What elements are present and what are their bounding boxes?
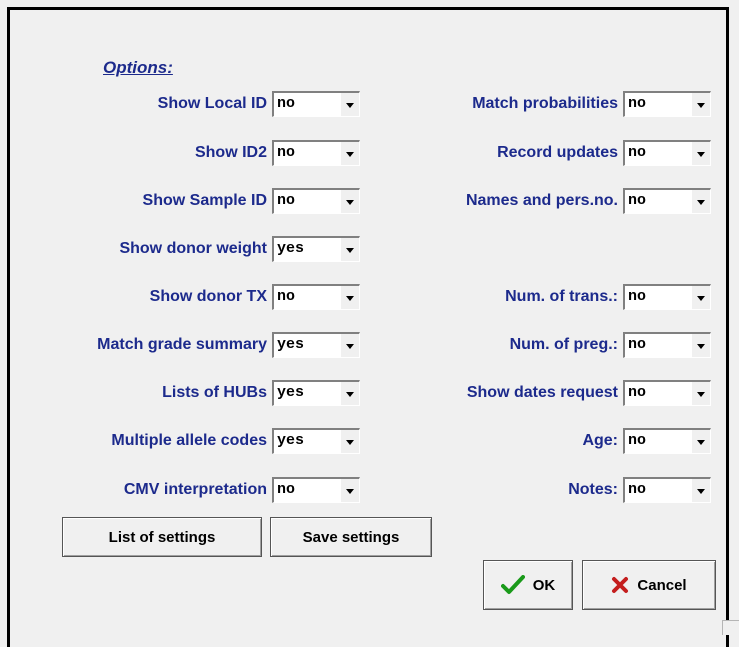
select-value: no	[277, 288, 296, 305]
option-row-match-grade-summary: Match grade summary yes	[0, 332, 360, 358]
option-label: Names and pers.no.	[465, 192, 618, 209]
option-label: Notes:	[568, 481, 618, 498]
chevron-down-icon[interactable]	[692, 479, 710, 502]
select-value: no	[628, 95, 647, 112]
select-value: no	[628, 192, 647, 209]
ok-button[interactable]: OK	[483, 560, 573, 610]
select-value: yes	[277, 432, 305, 449]
option-label: Record updates	[497, 144, 618, 161]
select-value: yes	[277, 384, 305, 401]
select-value: yes	[277, 336, 305, 353]
select-value: yes	[277, 240, 305, 257]
chevron-down-icon[interactable]	[341, 286, 359, 309]
option-row-show-donor-tx: Show donor TX no	[0, 284, 360, 310]
multiple-allele-codes-select[interactable]: yes	[272, 428, 360, 454]
cmv-interpretation-select[interactable]: no	[272, 477, 360, 503]
option-label: Show Local ID	[157, 95, 267, 112]
option-row-show-sample-id: Show Sample ID no	[0, 188, 360, 214]
button-label: Cancel	[637, 576, 687, 594]
names-and-pers-no-select[interactable]: no	[623, 188, 711, 214]
select-value: no	[277, 144, 296, 161]
chevron-down-icon[interactable]	[692, 334, 710, 357]
checkmark-icon	[500, 575, 525, 595]
option-label: Show ID2	[194, 144, 267, 161]
show-local-id-select[interactable]: no	[272, 91, 360, 117]
option-row-age: Age: no	[360, 428, 711, 454]
chevron-down-icon[interactable]	[341, 142, 359, 165]
button-label: OK	[532, 576, 556, 594]
option-label: Num. of trans.:	[505, 288, 618, 305]
chevron-down-icon[interactable]	[692, 190, 710, 213]
option-row-cmv-interpretation: CMV interpretation no	[0, 477, 360, 503]
match-probabilities-select[interactable]: no	[623, 91, 711, 117]
chevron-down-icon[interactable]	[341, 430, 359, 453]
save-settings-button[interactable]: Save settings	[270, 517, 432, 557]
show-donor-tx-select[interactable]: no	[272, 284, 360, 310]
num-of-trans-select[interactable]: no	[623, 284, 711, 310]
num-of-preg-select[interactable]: no	[623, 332, 711, 358]
show-donor-weight-select[interactable]: yes	[272, 236, 360, 262]
option-row-lists-of-hubs: Lists of HUBs yes	[0, 380, 360, 406]
option-row-names-and-pers-no: Names and pers.no. no	[360, 188, 711, 214]
select-value: no	[628, 144, 647, 161]
option-label: Num. of preg.:	[509, 336, 618, 353]
option-row-show-donor-weight: Show donor weight yes	[0, 236, 360, 262]
select-value: no	[277, 192, 296, 209]
age-select[interactable]: no	[623, 428, 711, 454]
option-label: Match probabilities	[472, 95, 618, 112]
option-label: Show donor weight	[119, 240, 267, 257]
chevron-down-icon[interactable]	[692, 93, 710, 116]
show-id2-select[interactable]: no	[272, 140, 360, 166]
option-row-show-id2: Show ID2 no	[0, 140, 360, 166]
show-sample-id-select[interactable]: no	[272, 188, 360, 214]
resize-grip[interactable]	[722, 620, 739, 635]
option-row-notes: Notes: no	[360, 477, 711, 503]
option-label: Age:	[582, 432, 618, 449]
option-row-show-dates-request: Show dates request no	[360, 380, 711, 406]
select-value: no	[628, 481, 647, 498]
record-updates-select[interactable]: no	[623, 140, 711, 166]
match-grade-summary-select[interactable]: yes	[272, 332, 360, 358]
chevron-down-icon[interactable]	[692, 142, 710, 165]
chevron-down-icon[interactable]	[692, 430, 710, 453]
chevron-down-icon[interactable]	[341, 238, 359, 261]
chevron-down-icon[interactable]	[692, 382, 710, 405]
option-row-match-probabilities: Match probabilities no	[360, 91, 711, 117]
option-row-show-local-id: Show Local ID no	[0, 91, 360, 117]
options-title: Options:	[103, 58, 173, 77]
option-row-multiple-allele-codes: Multiple allele codes yes	[0, 428, 360, 454]
option-label: CMV interpretation	[123, 481, 267, 498]
chevron-down-icon[interactable]	[341, 190, 359, 213]
option-label: Multiple allele codes	[111, 432, 267, 449]
chevron-down-icon[interactable]	[341, 93, 359, 116]
lists-of-hubs-select[interactable]: yes	[272, 380, 360, 406]
option-label: Show dates request	[466, 384, 618, 401]
select-value: no	[628, 432, 647, 449]
show-dates-request-select[interactable]: no	[623, 380, 711, 406]
list-of-settings-button[interactable]: List of settings	[62, 517, 262, 557]
chevron-down-icon[interactable]	[341, 479, 359, 502]
cancel-button[interactable]: Cancel	[582, 560, 716, 610]
select-value: no	[628, 288, 647, 305]
button-label: Save settings	[302, 528, 400, 546]
select-value: no	[628, 336, 647, 353]
x-icon	[611, 576, 629, 594]
chevron-down-icon[interactable]	[341, 382, 359, 405]
button-label: List of settings	[108, 528, 216, 546]
option-row-record-updates: Record updates no	[360, 140, 711, 166]
option-row-num-of-trans: Num. of trans.: no	[360, 284, 711, 310]
select-value: no	[628, 384, 647, 401]
chevron-down-icon[interactable]	[341, 334, 359, 357]
option-label: Show Sample ID	[142, 192, 267, 209]
option-row-num-of-preg: Num. of preg.: no	[360, 332, 711, 358]
option-label: Match grade summary	[97, 336, 267, 353]
notes-select[interactable]: no	[623, 477, 711, 503]
select-value: no	[277, 481, 296, 498]
option-label: Show donor TX	[149, 288, 267, 305]
option-label: Lists of HUBs	[162, 384, 267, 401]
chevron-down-icon[interactable]	[692, 286, 710, 309]
select-value: no	[277, 95, 296, 112]
